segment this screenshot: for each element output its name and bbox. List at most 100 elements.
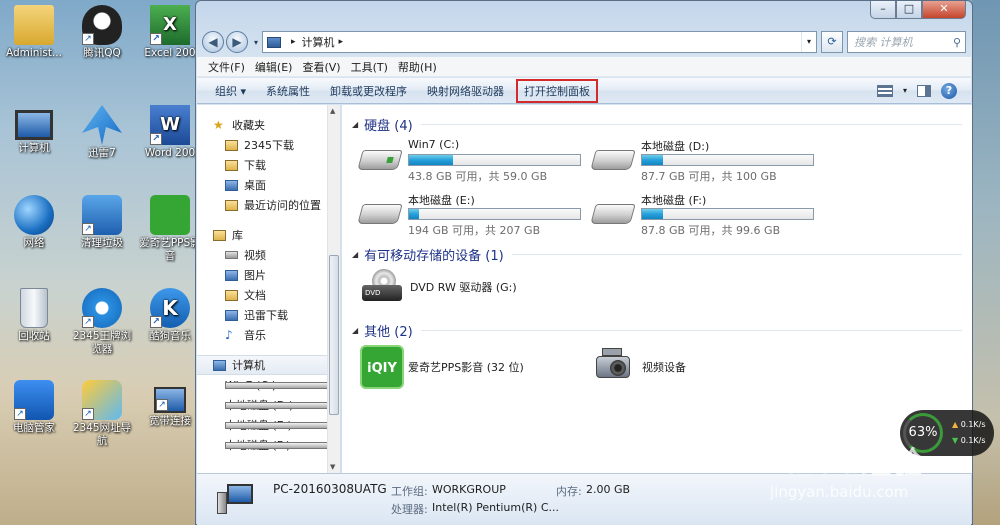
drive-icon: [590, 150, 636, 170]
menu-help[interactable]: 帮助(H): [393, 59, 442, 75]
forward-button[interactable]: ▶: [226, 31, 248, 53]
computer-name: PC-20160308UATG: [273, 482, 387, 496]
address-dropdown-icon[interactable]: ▾: [801, 32, 816, 52]
group-title: 硬盘 (4): [364, 119, 413, 134]
nav-item-label: 下载: [244, 159, 266, 172]
menu-tools[interactable]: 工具(T): [346, 59, 393, 75]
nav-scrollbar[interactable]: ▲ ▼: [327, 105, 340, 473]
desktop-icon-kugou[interactable]: K ↗ 酷狗音乐: [136, 288, 204, 343]
video-device-item[interactable]: 视频设备: [592, 348, 686, 386]
nav-item-drive-f[interactable]: 本地磁盘 (F:): [197, 435, 340, 455]
desktop-icon-broadband[interactable]: ↗ 宽带连接: [136, 380, 204, 428]
scrollbar-thumb[interactable]: [329, 255, 339, 415]
download-arrow-icon: ▼: [952, 436, 959, 445]
nav-computer[interactable]: 计算机: [197, 355, 340, 375]
organize-button[interactable]: 组织 ▾: [207, 80, 254, 102]
desktop-icon-2345-nav[interactable]: ↗ 2345网址导航: [68, 380, 136, 448]
scroll-down-arrow-icon[interactable]: ▼: [330, 463, 335, 471]
desktop-icon-qq[interactable]: ↗ 腾讯QQ: [68, 5, 136, 60]
search-icon[interactable]: ⚲: [953, 36, 961, 49]
drive-e[interactable]: 本地磁盘 (E:) 194 GB 可用，共 207 GB: [352, 192, 581, 238]
nav-libraries[interactable]: 库: [197, 225, 340, 245]
browser-e-icon: ↗: [82, 288, 122, 328]
recent-pages-dropdown[interactable]: ▾: [254, 38, 258, 47]
desktop-icon-iqiyi[interactable]: 爱奇艺PPS影音: [136, 195, 204, 263]
desktop-icon-label: 回收站: [18, 330, 50, 342]
desktop-icon-excel[interactable]: X ↗ Excel 200: [136, 5, 204, 60]
nav-item-downloads[interactable]: 下载: [197, 155, 340, 175]
drive-f[interactable]: 本地磁盘 (F:) 87.8 GB 可用，共 99.6 GB: [585, 192, 814, 238]
nav-item-xunlei-download[interactable]: 迅雷下载: [197, 305, 340, 325]
address-bar[interactable]: ▸ 计算机 ▸ ▾: [262, 31, 818, 53]
collapse-triangle-icon[interactable]: ◢: [352, 326, 358, 335]
nav-item-2345-download[interactable]: 2345下载: [197, 135, 340, 155]
navigation-pane: ★ 收藏夹 2345下载 下载 桌面 最近访问的位置 库 视频 图片 文档 迅雷下…: [197, 105, 341, 473]
nav-favorites[interactable]: ★ 收藏夹: [197, 115, 340, 135]
collapse-triangle-icon[interactable]: ◢: [352, 250, 358, 259]
broadband-connection-icon: ↗: [154, 387, 186, 413]
maximize-button[interactable]: □: [896, 1, 922, 19]
nav-item-drive-e[interactable]: 本地磁盘 (E:): [197, 415, 340, 435]
drive-d[interactable]: 本地磁盘 (D:) 87.7 GB 可用，共 100 GB: [585, 138, 814, 184]
desktop-icon-label: 电脑管家: [13, 422, 55, 434]
desktop-icon-administrator[interactable]: Administ...: [0, 5, 68, 60]
desktop-icon-xunlei[interactable]: 迅雷7: [68, 105, 136, 160]
view-dropdown-icon[interactable]: ▾: [903, 86, 907, 95]
desktop-icon-cleanup[interactable]: ↗ 清理垃圾: [68, 195, 136, 250]
group-header-other[interactable]: ◢ 其他 (2): [352, 321, 962, 340]
scroll-up-arrow-icon[interactable]: ▲: [330, 107, 335, 115]
drive-name: 本地磁盘 (F:): [641, 194, 707, 207]
dvd-drive-g[interactable]: DVD DVD RW 驱动器 (G:): [362, 269, 517, 305]
nav-item-videos[interactable]: 视频: [197, 245, 340, 265]
qq-penguin-icon: ↗: [82, 5, 122, 45]
refresh-button[interactable]: ⟳: [821, 31, 844, 53]
breadcrumb-computer[interactable]: 计算机: [302, 34, 335, 50]
group-header-removable[interactable]: ◢ 有可移动存储的设备 (1): [352, 245, 962, 264]
open-control-panel-button[interactable]: 打开控制面板: [516, 78, 599, 103]
network-globe-icon: [14, 195, 54, 235]
desktop-icon-2345-browser[interactable]: ↗ 2345王牌浏览器: [68, 288, 136, 356]
group-title: 有可移动存储的设备 (1): [364, 249, 504, 264]
breadcrumb-chevron-icon[interactable]: ▸: [339, 37, 344, 47]
system-properties-button[interactable]: 系统属性: [258, 80, 318, 102]
drive-usage-bar: [408, 208, 581, 220]
desktop-icon-computer[interactable]: 计算机: [0, 105, 68, 155]
baidu-watermark: Baidu经验: [760, 446, 924, 481]
desktop-icon-label: 计算机: [18, 142, 50, 154]
menu-view[interactable]: 查看(V): [297, 59, 345, 75]
nav-item-music[interactable]: ♪ 音乐: [197, 325, 340, 345]
search-input[interactable]: 搜索 计算机 ⚲: [847, 31, 966, 53]
nav-item-pictures[interactable]: 图片: [197, 265, 340, 285]
desktop-icon-label: 爱奇艺PPS影音: [139, 237, 201, 262]
iqiyi-pps-item[interactable]: iQIY 爱奇艺PPS影音 (32 位): [360, 345, 524, 389]
baidu-watermark-url: jingyan.baidu.com: [770, 483, 909, 501]
nav-item-recent-places[interactable]: 最近访问的位置: [197, 195, 340, 215]
drive-c[interactable]: Win7 (C:) 43.8 GB 可用，共 59.0 GB: [352, 138, 581, 184]
back-button[interactable]: ◀: [202, 31, 224, 53]
minimize-button[interactable]: –: [870, 1, 896, 19]
view-controls: ▾ ?: [876, 82, 971, 99]
help-icon[interactable]: ?: [941, 82, 957, 99]
workgroup-value: WORKGROUP: [432, 483, 506, 496]
close-button[interactable]: ✕: [922, 1, 966, 19]
menu-file[interactable]: 文件(F): [203, 59, 250, 75]
desktop-icon-word[interactable]: W ↗ Word 200: [136, 105, 204, 160]
drive-name: Win7 (C:): [408, 138, 460, 151]
map-network-drive-button[interactable]: 映射网络驱动器: [419, 80, 512, 102]
nav-item-drive-d[interactable]: 本地磁盘 (D:): [197, 395, 340, 415]
uninstall-program-button[interactable]: 卸载或更改程序: [322, 80, 415, 102]
collapse-triangle-icon[interactable]: ◢: [352, 120, 358, 129]
nav-item-drive-c[interactable]: Win7 (C:): [197, 375, 340, 395]
nav-item-desktop[interactable]: 桌面: [197, 175, 340, 195]
nav-item-label: 2345下载: [244, 139, 294, 152]
desktop-icon-pc-manager[interactable]: ↗ 电脑管家: [0, 380, 68, 435]
menu-edit[interactable]: 编辑(E): [250, 59, 298, 75]
breadcrumb-chevron-icon[interactable]: ▸: [291, 37, 296, 47]
desktop-icon-network[interactable]: 网络: [0, 195, 68, 250]
change-view-icon[interactable]: [876, 84, 893, 97]
desktop-icon-recycle-bin[interactable]: 回收站: [0, 288, 68, 343]
music-note-icon: ♪: [225, 327, 233, 342]
preview-pane-icon[interactable]: [917, 84, 931, 97]
group-header-hard-disks[interactable]: ◢ 硬盘 (4): [352, 115, 962, 134]
nav-item-documents[interactable]: 文档: [197, 285, 340, 305]
